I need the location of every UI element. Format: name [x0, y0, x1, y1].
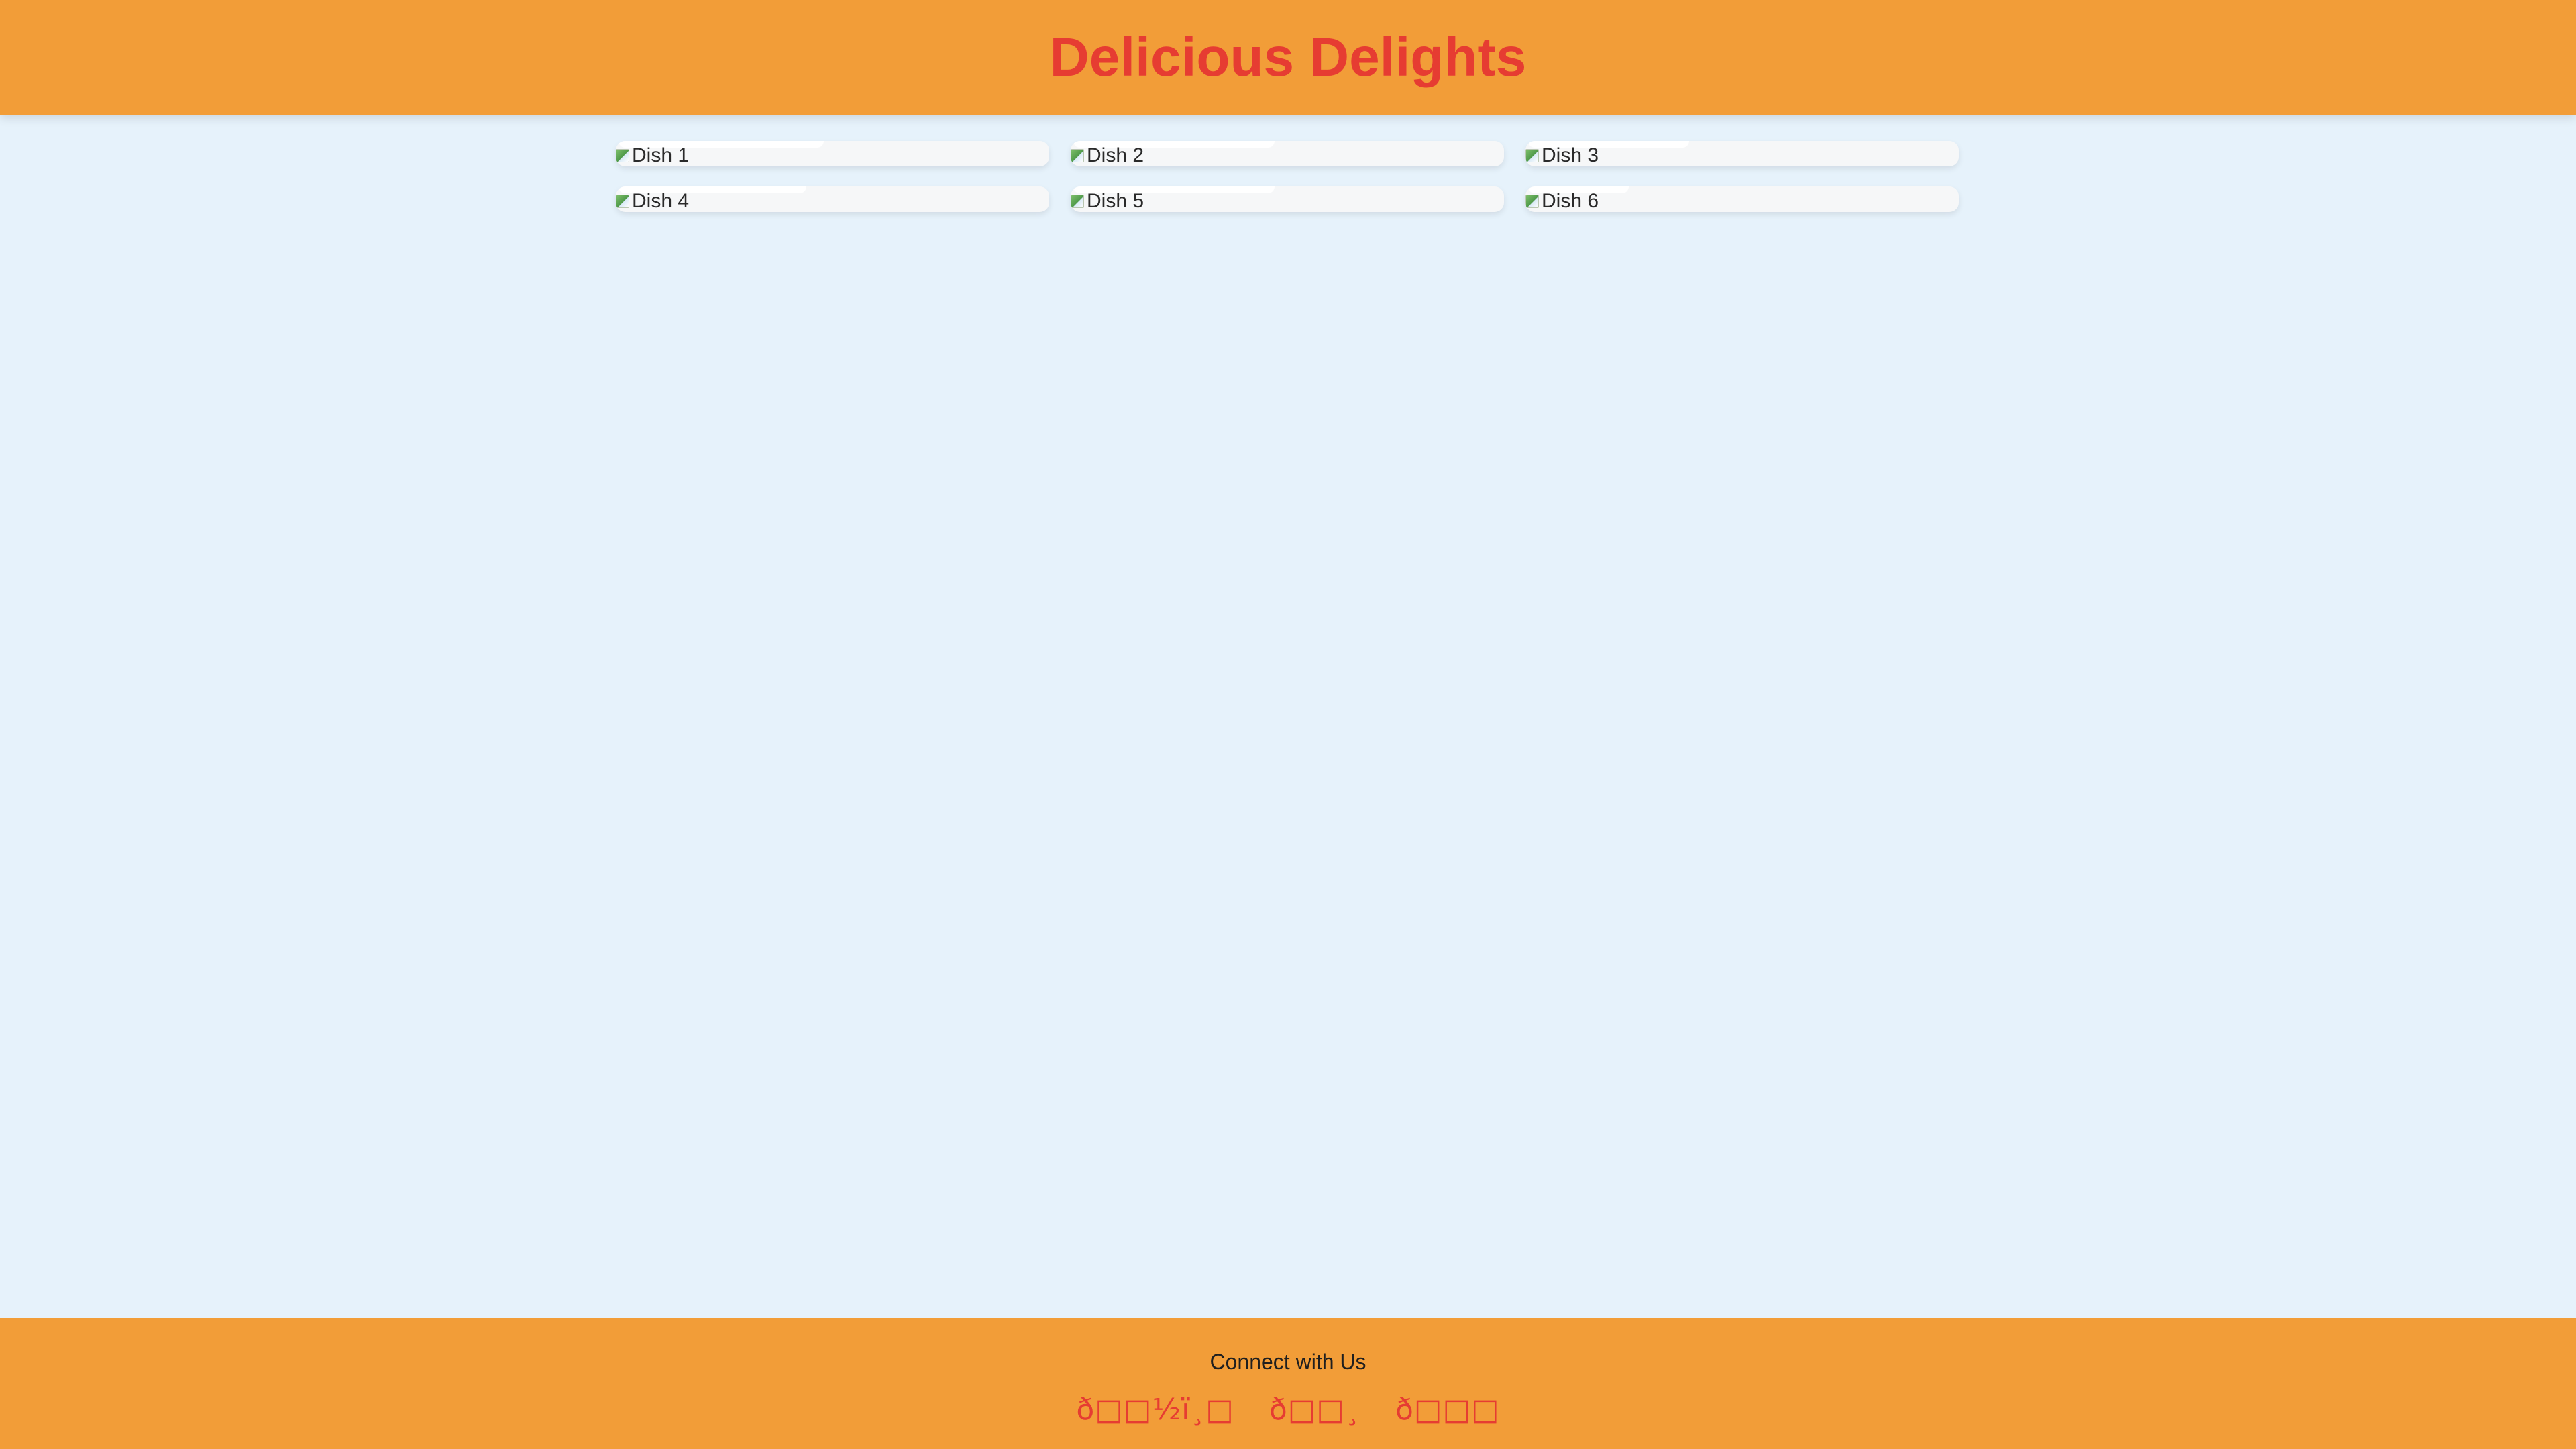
dish-card-6[interactable]: Dish 6	[1525, 186, 1959, 212]
social-link-book[interactable]: ð□□□	[1395, 1393, 1500, 1427]
dish-alt-text: Dish 6	[1542, 190, 1599, 212]
dish-alt-text: Dish 1	[632, 144, 690, 166]
broken-image-icon	[1525, 149, 1539, 162]
dish-alt-text: Dish 3	[1542, 144, 1599, 166]
dish-image-4[interactable]: Dish 4	[616, 186, 689, 212]
dish-card-3[interactable]: Dish 3	[1525, 141, 1959, 166]
dish-image-2[interactable]: Dish 2	[1071, 141, 1144, 166]
dish-card-5[interactable]: Dish 5	[1071, 186, 1504, 212]
social-link-camera[interactable]: ð□□½ï¸□	[1076, 1393, 1234, 1427]
dish-card-4[interactable]: Dish 4	[616, 186, 1049, 212]
social-links: ð□□½ï¸□ ð□□¸ ð□□□	[0, 1393, 2576, 1427]
dish-card-2[interactable]: Dish 2	[1071, 141, 1504, 166]
dish-alt-text: Dish 2	[1087, 144, 1144, 166]
dish-image-6[interactable]: Dish 6	[1525, 186, 1599, 212]
broken-image-icon	[616, 149, 629, 162]
dish-image-3[interactable]: Dish 3	[1525, 141, 1599, 166]
broken-image-icon	[1071, 195, 1084, 208]
site-title: Delicious Delights	[1049, 26, 1527, 88]
site-footer: Connect with Us ð□□½ï¸□ ð□□¸ ð□□□	[0, 1318, 2576, 1449]
broken-image-icon	[616, 195, 629, 208]
social-link-bird[interactable]: ð□□¸	[1269, 1393, 1360, 1427]
dish-gallery: Dish 1 Dish 2 Dish 3 Dish 4 Dish 5 Dish …	[616, 141, 1960, 212]
dish-alt-text: Dish 5	[1087, 190, 1144, 212]
dish-alt-text: Dish 4	[632, 190, 690, 212]
broken-image-icon	[1071, 149, 1084, 162]
dish-image-1[interactable]: Dish 1	[616, 141, 689, 166]
dish-image-5[interactable]: Dish 5	[1071, 186, 1144, 212]
dish-card-1[interactable]: Dish 1	[616, 141, 1049, 166]
footer-heading: Connect with Us	[1210, 1350, 1366, 1374]
site-header: Delicious Delights	[0, 0, 2576, 115]
broken-image-icon	[1525, 195, 1539, 208]
